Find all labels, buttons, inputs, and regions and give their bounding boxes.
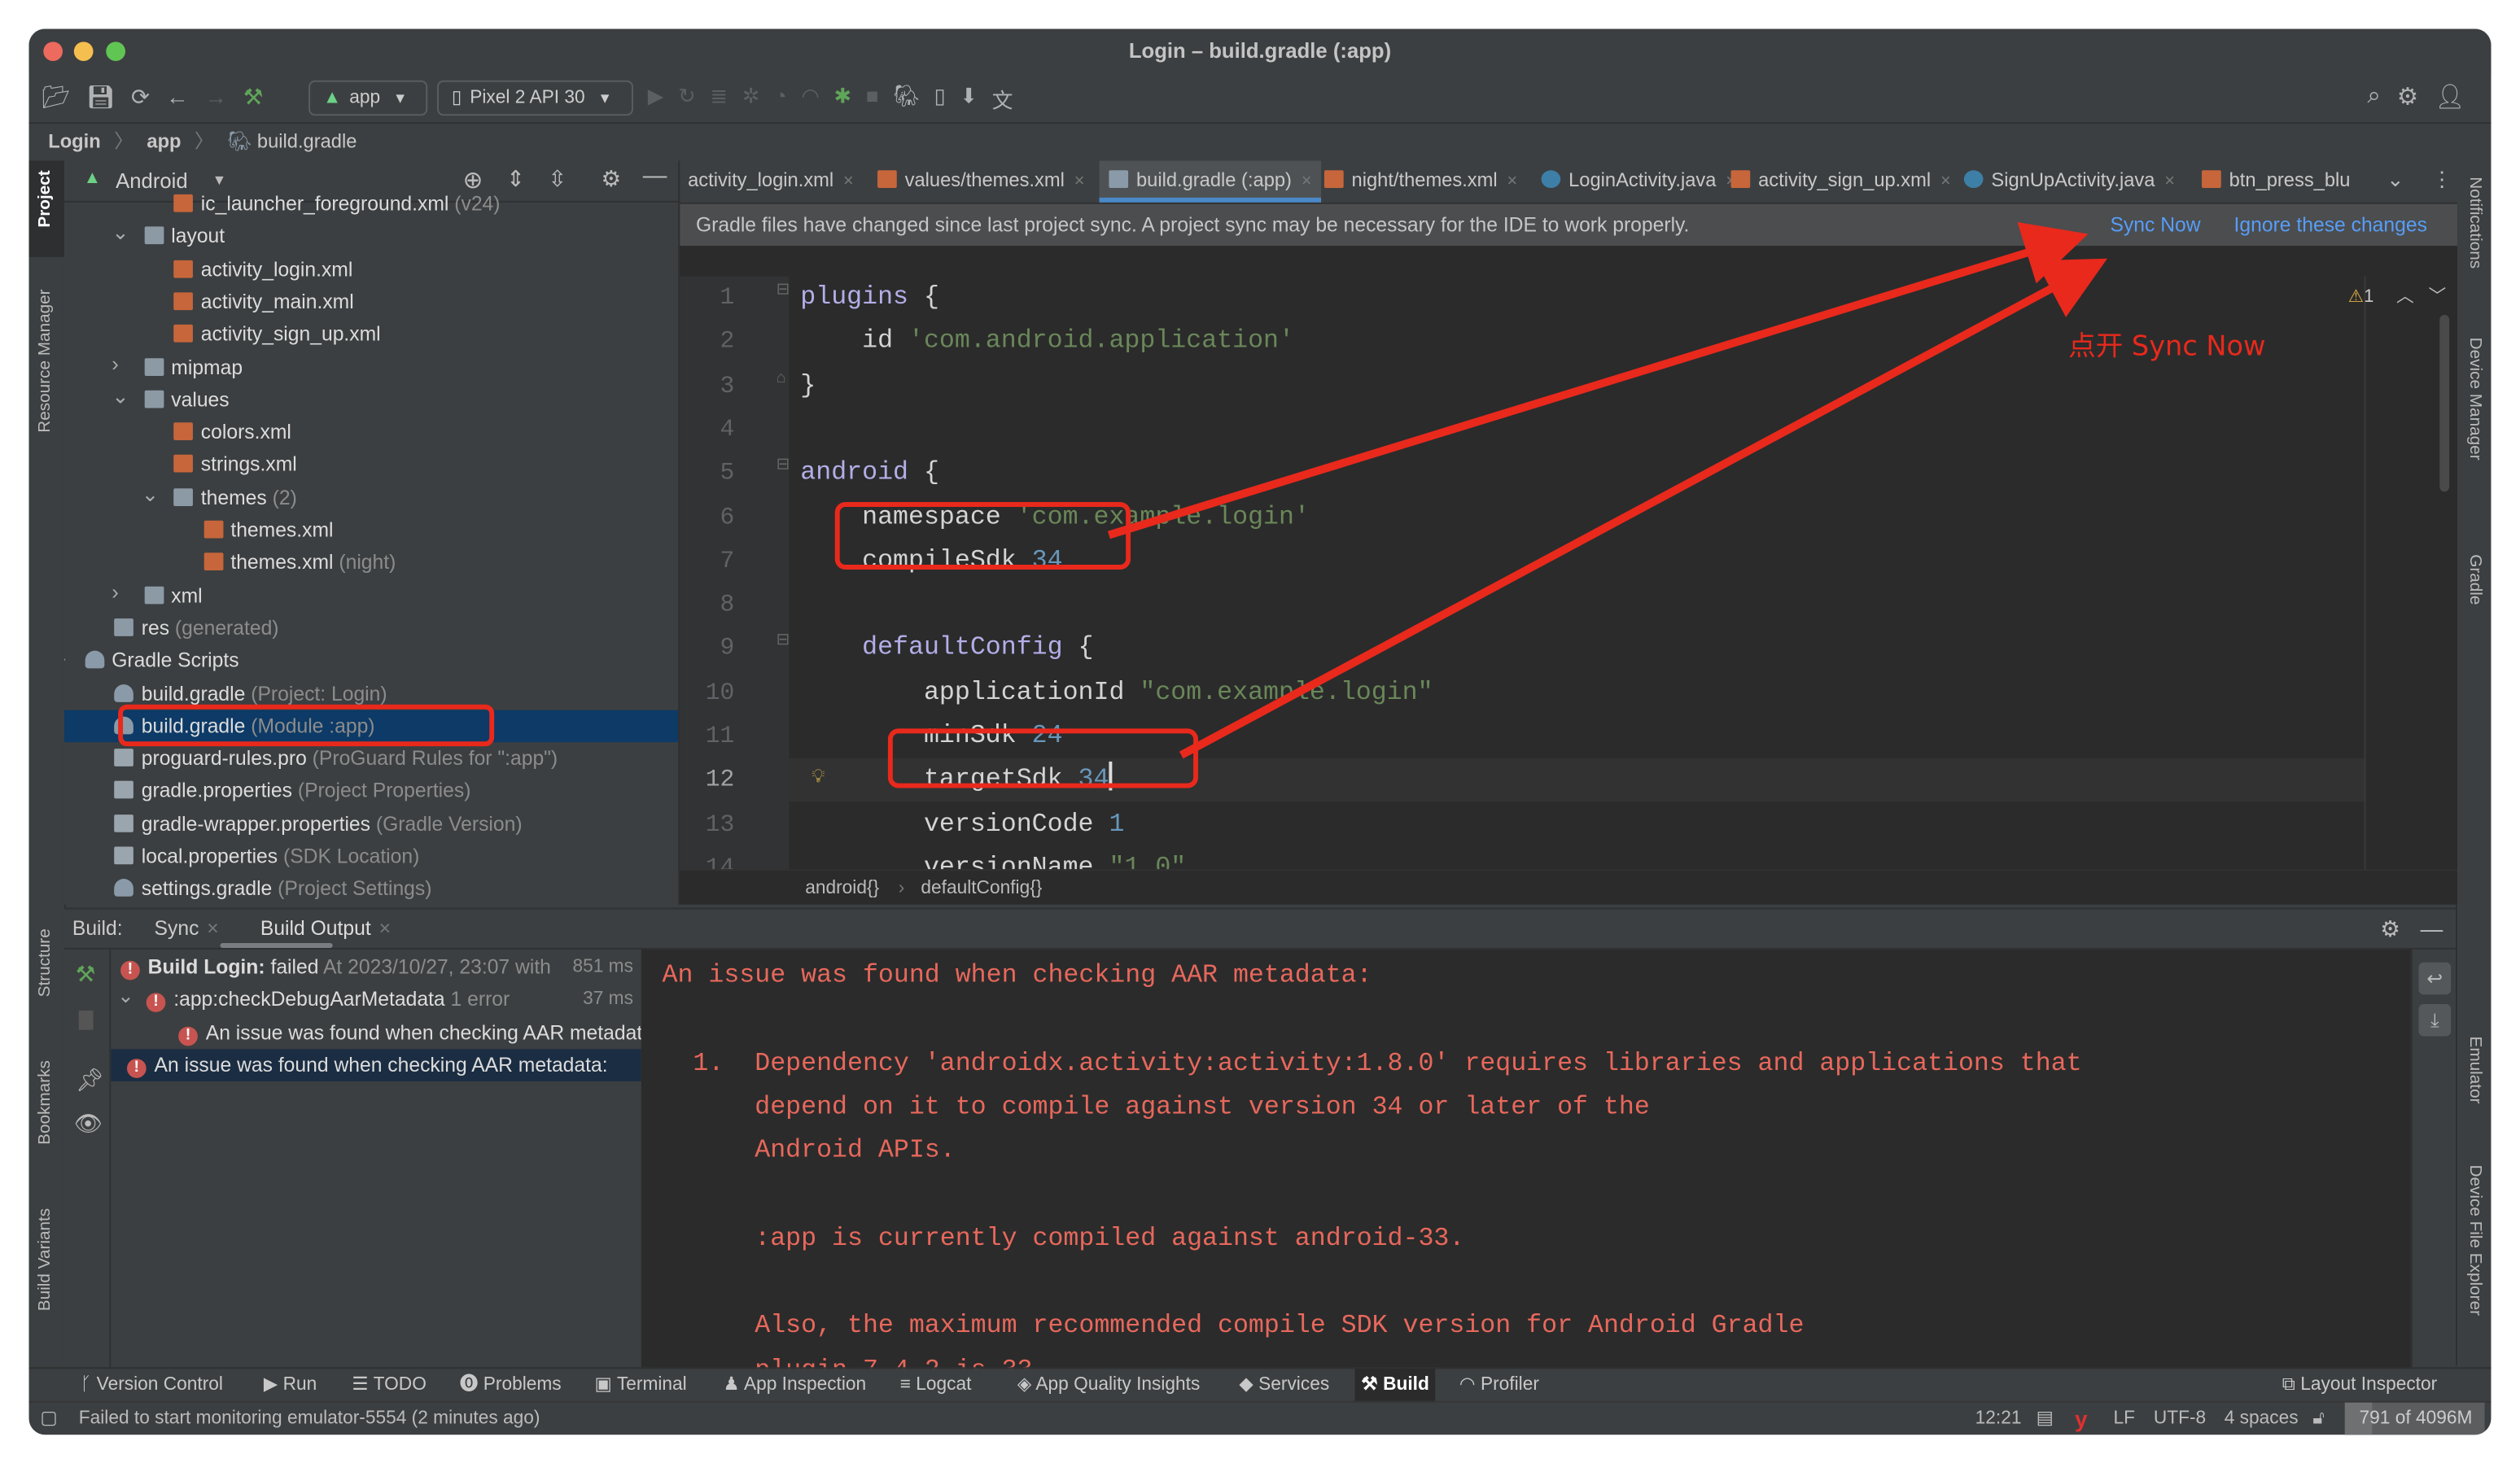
annotation-text: 点开 Sync Now [2068,330,2265,361]
arrow-compilesdk-to-sync [1107,221,2089,539]
arrow-targetsdk-to-sync [1179,258,2107,759]
annotation-overlay: 点开 Sync Now [118,221,2266,788]
highlight-box-targetsdk [887,728,1198,788]
highlight-box-compilesdk [834,502,1131,570]
screenshot-stage: Login – build.gradle (:app) 📂︎ 💾︎ ⟳ ← → ⚒ ▲ ap… [0,0,2520,1462]
highlight-box-build-gradle [118,704,495,747]
